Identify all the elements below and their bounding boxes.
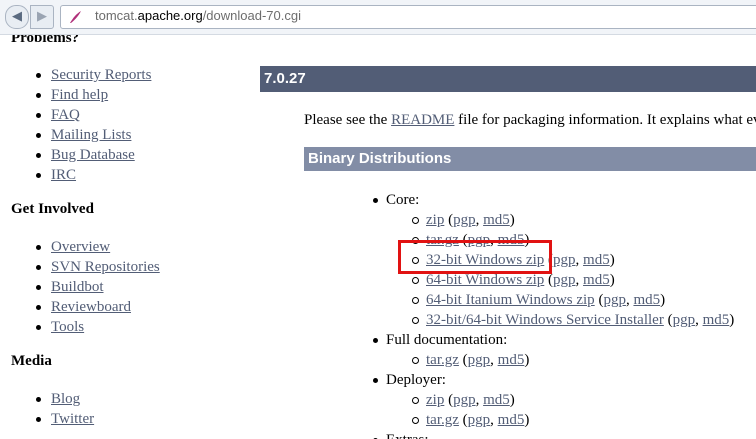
readme-link[interactable]: README <box>391 112 454 128</box>
back-arrow-icon[interactable]: ◀ <box>5 5 29 29</box>
page-content: Problems? Security Reports Find help FAQ… <box>0 35 756 439</box>
sidebar-link-buildbot[interactable]: Buildbot <box>51 279 104 295</box>
sidebar-item: SVN Repositories <box>33 257 160 277</box>
sidebar-link-svn-repositories[interactable]: SVN Repositories <box>51 259 160 275</box>
download-item: 32-bit/64-bit Windows Service Installer … <box>386 310 734 330</box>
download-link-windows-service-installer[interactable]: 32-bit/64-bit Windows Service Installer <box>426 312 664 328</box>
md5-link[interactable]: md5 <box>583 272 610 288</box>
download-item: zip (pgp, md5) <box>386 210 734 230</box>
sidebar-link-security-reports[interactable]: Security Reports <box>51 67 151 83</box>
sidebar-list-get-involved: Overview SVN Repositories Buildbot Revie… <box>33 237 160 337</box>
sidebar-link-faq[interactable]: FAQ <box>51 107 80 123</box>
pgp-link[interactable]: pgp <box>468 412 491 428</box>
intro-text: Please see the README file for packaging… <box>304 112 756 128</box>
sidebar-link-bug-database[interactable]: Bug Database <box>51 147 135 163</box>
browser-toolbar: ◀ ▶ tomcat.apache.org/download-70.cgi <box>0 0 756 35</box>
download-item: zip (pgp, md5) <box>386 390 734 410</box>
md5-link[interactable]: md5 <box>483 212 510 228</box>
binary-distributions-heading: Binary Distributions <box>304 147 756 171</box>
sidebar-item: IRC <box>33 165 151 185</box>
download-link-docs-tar-gz[interactable]: tar.gz <box>426 352 459 368</box>
version-heading: 7.0.27 <box>260 66 756 92</box>
apache-feather-icon <box>70 11 81 23</box>
category-full-documentation: Full documentation: <box>372 330 734 350</box>
download-link-core-zip[interactable]: zip <box>426 212 444 228</box>
download-link-deployer-zip[interactable]: zip <box>426 392 444 408</box>
pgp-link[interactable]: pgp <box>673 312 696 328</box>
pgp-link[interactable]: pgp <box>603 292 626 308</box>
sidebar-item: Find help <box>33 85 151 105</box>
url-text[interactable]: tomcat.apache.org/download-70.cgi <box>95 8 301 23</box>
download-item: tar.gz (pgp, md5) <box>386 410 734 430</box>
sidebar-item: Blog <box>33 389 94 409</box>
sidebar-link-twitter[interactable]: Twitter <box>51 411 94 427</box>
category-deployer: Deployer: <box>372 370 734 390</box>
sidebar-item: Overview <box>33 237 160 257</box>
download-link-deployer-tar-gz[interactable]: tar.gz <box>426 412 459 428</box>
sidebar-item: Buildbot <box>33 277 160 297</box>
download-link-64bit-itanium-windows-zip[interactable]: 64-bit Itanium Windows zip <box>426 292 595 308</box>
sidebar-heading-get-involved: Get Involved <box>11 201 94 217</box>
download-list: Core: zip (pgp, md5) tar.gz (pgp, md5) 3… <box>372 190 734 439</box>
sidebar-link-tools[interactable]: Tools <box>51 319 84 335</box>
sidebar-link-overview[interactable]: Overview <box>51 239 110 255</box>
category-core: Core: <box>372 190 734 210</box>
md5-link[interactable]: md5 <box>633 292 660 308</box>
sidebar-link-reviewboard[interactable]: Reviewboard <box>51 299 131 315</box>
sidebar-link-find-help[interactable]: Find help <box>51 87 108 103</box>
forward-arrow-icon[interactable]: ▶ <box>30 5 54 29</box>
md5-link[interactable]: md5 <box>483 392 510 408</box>
sidebar-link-irc[interactable]: IRC <box>51 167 76 183</box>
md5-link[interactable]: md5 <box>498 412 525 428</box>
sidebar-heading-problems: Problems? <box>11 35 80 46</box>
pgp-link[interactable]: pgp <box>453 392 476 408</box>
sidebar-link-mailing-lists[interactable]: Mailing Lists <box>51 127 131 143</box>
sidebar-list-media: Blog Twitter <box>33 389 94 429</box>
download-link-64bit-windows-zip[interactable]: 64-bit Windows zip <box>426 272 544 288</box>
sidebar-item: Twitter <box>33 409 94 429</box>
pgp-link[interactable]: pgp <box>468 352 491 368</box>
md5-link[interactable]: md5 <box>498 352 525 368</box>
md5-link[interactable]: md5 <box>583 252 610 268</box>
sidebar-item: FAQ <box>33 105 151 125</box>
sidebar-item: Security Reports <box>33 65 151 85</box>
md5-link[interactable]: md5 <box>703 312 730 328</box>
pgp-link[interactable]: pgp <box>553 252 576 268</box>
sidebar-item: Bug Database <box>33 145 151 165</box>
sidebar-item: Reviewboard <box>33 297 160 317</box>
highlight-box <box>398 240 552 274</box>
download-item: 64-bit Itanium Windows zip (pgp, md5) <box>386 290 734 310</box>
pgp-link[interactable]: pgp <box>453 212 476 228</box>
sidebar-item: Tools <box>33 317 160 337</box>
download-item: tar.gz (pgp, md5) <box>386 350 734 370</box>
category-extras: Extras: <box>372 430 734 439</box>
sidebar-list-problems: Security Reports Find help FAQ Mailing L… <box>33 65 151 185</box>
sidebar-link-blog[interactable]: Blog <box>51 391 80 407</box>
sidebar-item: Mailing Lists <box>33 125 151 145</box>
address-bar[interactable]: tomcat.apache.org/download-70.cgi <box>60 5 756 29</box>
sidebar-heading-media: Media <box>11 353 52 369</box>
pgp-link[interactable]: pgp <box>553 272 576 288</box>
